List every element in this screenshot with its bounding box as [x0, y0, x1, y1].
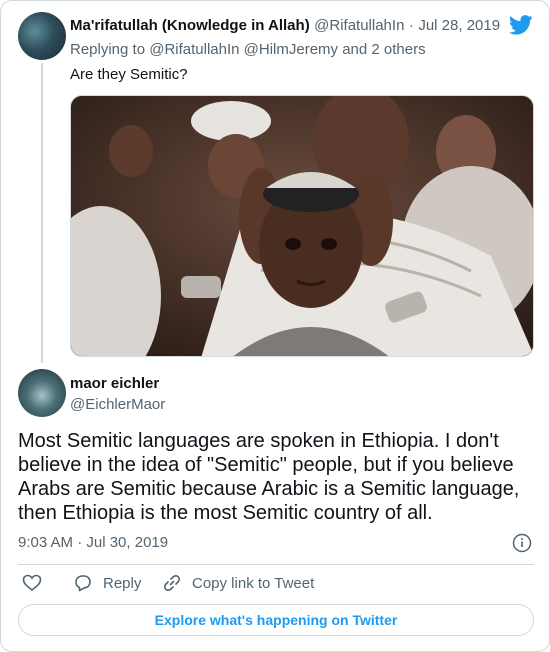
quoted-author-name[interactable]: Ma'rifatullah (Knowledge in Allah) [70, 17, 310, 34]
quoted-author-handle[interactable]: @RifatullahIn [314, 17, 404, 34]
heart-icon [22, 574, 42, 592]
reply-author-avatar[interactable] [18, 369, 66, 417]
thread-connector-line [41, 63, 43, 363]
action-divider [18, 564, 534, 565]
reply-tweet-text: Most Semitic languages are spoken in Eth… [18, 430, 520, 524]
quoted-author-avatar[interactable] [18, 12, 66, 60]
tweet-timestamp[interactable]: 9:03 AM · Jul 30, 2019 [18, 534, 168, 551]
reply-author-handle[interactable]: @EichlerMaor [70, 396, 165, 413]
replying-to-mentions[interactable]: @RifatullahIn @HilmJeremy and 2 others [149, 41, 425, 58]
header-separator: · [408, 17, 414, 34]
copy-link-button[interactable]: Copy link to Tweet [162, 573, 314, 593]
reply-author-name[interactable]: maor eichler [70, 375, 159, 392]
photo-illustration [71, 96, 533, 356]
info-icon[interactable] [512, 533, 532, 553]
reply-icon [75, 575, 91, 592]
explore-twitter-button[interactable]: Explore what's happening on Twitter [18, 604, 534, 636]
tweet-embed-card: Ma'rifatullah (Knowledge in Allah) @Rifa… [0, 0, 550, 652]
copy-link-label: Copy link to Tweet [192, 574, 315, 592]
quoted-tweet-text: Are they Semitic? [70, 66, 188, 83]
replying-prefix: Replying to [70, 41, 146, 58]
link-icon [163, 574, 181, 592]
reply-label: Reply [103, 574, 142, 592]
replying-to-line: Replying to @RifatullahIn @HilmJeremy an… [70, 41, 426, 58]
like-button[interactable] [22, 573, 42, 593]
quoted-tweet-date[interactable]: Jul 28, 2019 [418, 17, 500, 34]
quoted-tweet-header: Ma'rifatullah (Knowledge in Allah) @Rifa… [70, 17, 500, 35]
tweet-photo[interactable] [70, 95, 534, 357]
twitter-bird-icon[interactable] [509, 15, 533, 35]
tweet-actions: Reply Copy link to Tweet [18, 573, 534, 595]
reply-button[interactable]: Reply [73, 573, 141, 593]
